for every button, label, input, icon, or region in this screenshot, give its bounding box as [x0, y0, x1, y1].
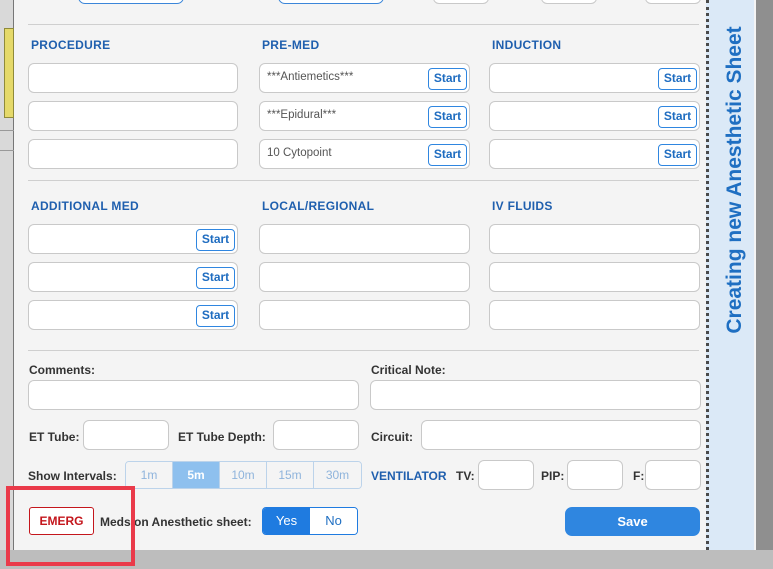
induction-start-button[interactable]: Start	[658, 144, 697, 166]
additional-med-start-button[interactable]: Start	[196, 229, 235, 251]
local-regional-field-2[interactable]	[259, 262, 470, 292]
induction-start-button[interactable]: Start	[658, 106, 697, 128]
additional-med-field-2[interactable]: Start	[28, 262, 238, 292]
top-field-stub[interactable]	[541, 0, 597, 4]
f-label: F:	[633, 469, 645, 483]
induction-field-3[interactable]: Start	[489, 139, 700, 169]
critical-note-label: Critical Note:	[371, 363, 446, 377]
additional-med-heading: ADDITIONAL MED	[31, 199, 139, 213]
divider	[28, 180, 699, 181]
top-field-stub[interactable]	[645, 0, 701, 4]
premed-field-2[interactable]: ***Epidural*** Start	[259, 101, 470, 131]
induction-field-1[interactable]: Start	[489, 63, 700, 93]
premed-value: ***Epidural***	[267, 109, 337, 121]
circuit-label: Circuit:	[371, 430, 413, 444]
et-tube-field[interactable]	[83, 420, 169, 450]
iv-fluids-field-3[interactable]	[489, 300, 700, 330]
local-regional-field-1[interactable]	[259, 224, 470, 254]
highlight-box	[6, 486, 135, 566]
tv-label: TV:	[456, 469, 475, 483]
interval-option-15m[interactable]: 15m	[267, 462, 314, 488]
interval-option-10m[interactable]: 10m	[220, 462, 267, 488]
interval-option-1m[interactable]: 1m	[126, 462, 173, 488]
pip-field[interactable]	[567, 460, 623, 490]
no-option[interactable]: No	[310, 508, 357, 534]
top-field-stub[interactable]	[433, 0, 489, 4]
premed-value: 10 Cytopoint	[267, 147, 332, 159]
save-button[interactable]: Save	[565, 507, 700, 536]
procedure-heading: PROCEDURE	[31, 38, 111, 52]
et-tube-depth-field[interactable]	[273, 420, 359, 450]
premed-start-button[interactable]: Start	[428, 68, 467, 90]
meds-on-sheet-toggle[interactable]: Yes No	[262, 507, 358, 535]
top-toggle-stub[interactable]	[78, 0, 184, 4]
local-regional-heading: LOCAL/REGIONAL	[262, 199, 375, 213]
procedure-field-2[interactable]	[28, 101, 238, 131]
iv-fluids-field-1[interactable]	[489, 224, 700, 254]
procedure-field-1[interactable]	[28, 63, 238, 93]
additional-med-start-button[interactable]: Start	[196, 305, 235, 327]
divider	[28, 350, 699, 351]
premed-field-3[interactable]: 10 Cytopoint Start	[259, 139, 470, 169]
ventilator-label: VENTILATOR	[371, 469, 447, 483]
induction-start-button[interactable]: Start	[658, 68, 697, 90]
induction-heading: INDUCTION	[492, 38, 562, 52]
iv-fluids-heading: IV FLUIDS	[492, 199, 553, 213]
divider	[28, 24, 699, 25]
background-yellow-block	[4, 28, 14, 118]
premed-start-button[interactable]: Start	[428, 106, 467, 128]
iv-fluids-field-2[interactable]	[489, 262, 700, 292]
premed-heading: PRE-MED	[262, 38, 320, 52]
top-toggle-stub[interactable]	[278, 0, 384, 4]
background-panel-left	[0, 0, 14, 569]
procedure-field-3[interactable]	[28, 139, 238, 169]
background-divider	[0, 130, 14, 131]
sheet-title: Creating new Anesthetic Sheet	[723, 26, 746, 334]
circuit-field[interactable]	[421, 420, 701, 450]
interval-selector[interactable]: 1m 5m 10m 15m 30m	[125, 461, 362, 489]
comments-field[interactable]	[28, 380, 359, 410]
critical-note-field[interactable]	[370, 380, 701, 410]
comments-label: Comments:	[29, 363, 96, 377]
additional-med-field-1[interactable]: Start	[28, 224, 238, 254]
background-divider	[0, 150, 14, 151]
yes-option[interactable]: Yes	[263, 508, 310, 534]
show-intervals-label: Show Intervals:	[28, 469, 117, 483]
additional-med-start-button[interactable]: Start	[196, 267, 235, 289]
et-tube-label: ET Tube:	[29, 430, 80, 444]
interval-option-5m[interactable]: 5m	[173, 462, 220, 488]
premed-field-1[interactable]: ***Antiemetics*** Start	[259, 63, 470, 93]
interval-option-30m[interactable]: 30m	[314, 462, 361, 488]
tv-field[interactable]	[478, 460, 534, 490]
local-regional-field-3[interactable]	[259, 300, 470, 330]
f-field[interactable]	[645, 460, 701, 490]
additional-med-field-3[interactable]: Start	[28, 300, 238, 330]
premed-value: ***Antiemetics***	[267, 71, 354, 83]
premed-start-button[interactable]: Start	[428, 144, 467, 166]
induction-field-2[interactable]: Start	[489, 101, 700, 131]
pip-label: PIP:	[541, 469, 565, 483]
et-tube-depth-label: ET Tube Depth:	[178, 430, 266, 444]
